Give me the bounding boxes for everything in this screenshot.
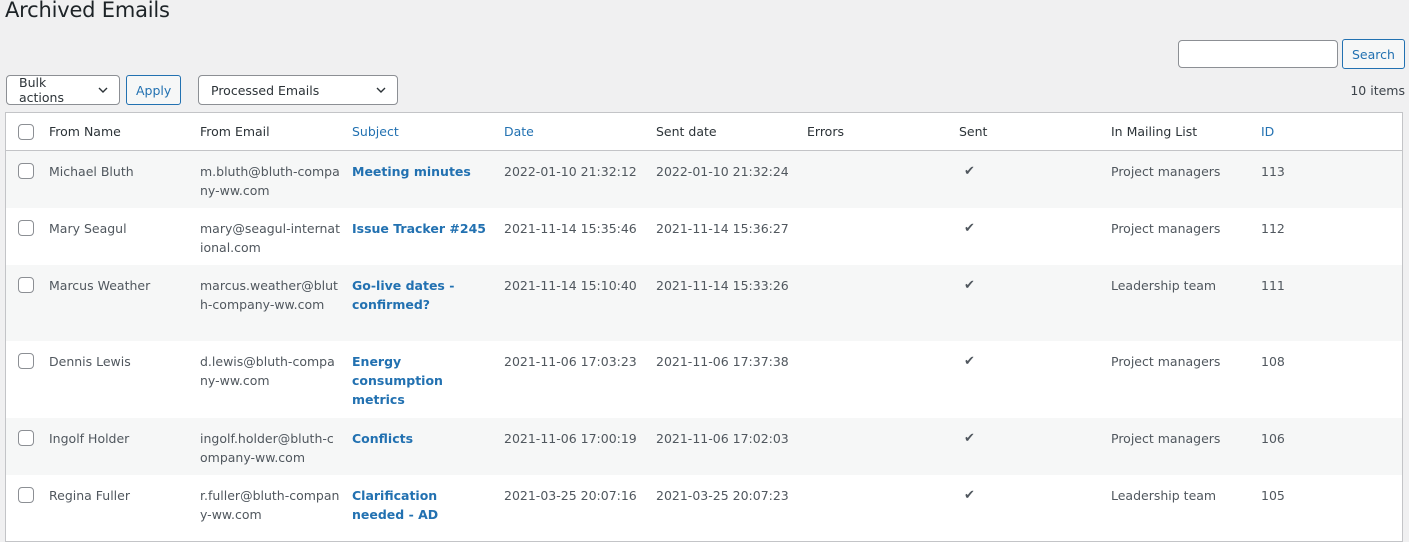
- sent-date: 2022-01-10 21:32:24: [656, 164, 789, 179]
- mailing-list: Project managers: [1111, 221, 1221, 236]
- mailing-list: Project managers: [1111, 164, 1221, 179]
- date: 2022-01-10 21:32:12: [504, 164, 637, 179]
- items-count: 10 items: [1350, 83, 1405, 98]
- email-id: 112: [1261, 221, 1285, 236]
- checkmark-icon: ✔: [964, 278, 975, 293]
- column-header-from-name: From Name: [49, 124, 121, 139]
- from-name: Mary Seagul: [49, 221, 127, 236]
- mailing-list: Leadership team: [1111, 278, 1217, 293]
- sent-date: 2021-11-14 15:36:27: [656, 221, 789, 236]
- column-header-subject[interactable]: Subject: [352, 124, 492, 139]
- table-body: Michael Bluth m.bluth@bluth-company-ww.co…: [6, 151, 1402, 535]
- date: 2021-11-14 15:10:40: [504, 278, 637, 293]
- bulk-actions-label: Bulk actions: [19, 75, 64, 105]
- row-checkbox[interactable]: [18, 430, 34, 446]
- checkmark-icon: ✔: [964, 354, 975, 369]
- email-id: 106: [1261, 431, 1285, 446]
- sent-date: 2021-11-06 17:37:38: [656, 354, 789, 369]
- row-checkbox[interactable]: [18, 353, 34, 369]
- search-button[interactable]: Search: [1342, 39, 1405, 69]
- subject-link[interactable]: Clarification needed - AD: [352, 486, 492, 524]
- table-header: From Name From Email Subject Date Sent d…: [6, 113, 1402, 151]
- chevron-down-icon: [98, 87, 108, 93]
- table-row: Marcus Weather marcus.weather@bluth-compa…: [6, 265, 1402, 341]
- emails-table: From Name From Email Subject Date Sent d…: [5, 112, 1403, 542]
- email-id: 105: [1261, 488, 1285, 503]
- subject-link[interactable]: Conflicts: [352, 429, 492, 448]
- from-name: Regina Fuller: [49, 488, 130, 503]
- apply-button[interactable]: Apply: [126, 75, 182, 105]
- table-row: Mary Seagul mary@seagul-international.com…: [6, 208, 1402, 265]
- mailing-list: Project managers: [1111, 354, 1221, 369]
- email-filter-select[interactable]: Processed Emails: [198, 75, 398, 105]
- column-header-id[interactable]: ID: [1261, 124, 1321, 139]
- search-input[interactable]: [1178, 40, 1338, 68]
- from-email: r.fuller@bluth-company-ww.com: [200, 488, 340, 522]
- date: 2021-11-06 17:03:23: [504, 354, 637, 369]
- from-name: Marcus Weather: [49, 278, 151, 293]
- select-all-checkbox[interactable]: [18, 124, 34, 140]
- from-name: Ingolf Holder: [49, 431, 130, 446]
- column-header-sent: Sent: [959, 124, 988, 139]
- bulk-actions-select[interactable]: Bulk actions: [6, 75, 120, 105]
- row-checkbox[interactable]: [18, 163, 34, 179]
- date: 2021-11-06 17:00:19: [504, 431, 637, 446]
- table-row: Dennis Lewis d.lewis@bluth-company-ww.com…: [6, 341, 1402, 418]
- checkmark-icon: ✔: [964, 164, 975, 179]
- column-header-from-email: From Email: [200, 124, 270, 139]
- checkmark-icon: ✔: [964, 431, 975, 446]
- checkmark-icon: ✔: [964, 221, 975, 236]
- table-row: Michael Bluth m.bluth@bluth-company-ww.co…: [6, 151, 1402, 208]
- table-row: Ingolf Holder ingolf.holder@bluth-company…: [6, 418, 1402, 475]
- from-email: mary@seagul-international.com: [200, 221, 340, 255]
- mailing-list: Leadership team: [1111, 488, 1217, 503]
- row-checkbox[interactable]: [18, 220, 34, 236]
- from-name: Dennis Lewis: [49, 354, 131, 369]
- page-title: Archived Emails: [5, 0, 170, 22]
- date: 2021-11-14 15:35:46: [504, 221, 637, 236]
- from-email: m.bluth@bluth-company-ww.com: [200, 164, 340, 198]
- search-box: Search: [1178, 39, 1405, 69]
- subject-link[interactable]: Meeting minutes: [352, 162, 492, 181]
- column-header-sent-date: Sent date: [656, 124, 717, 139]
- sent-date: 2021-11-14 15:33:26: [656, 278, 789, 293]
- row-checkbox[interactable]: [18, 277, 34, 293]
- sent-date: 2021-11-06 17:02:03: [656, 431, 789, 446]
- chevron-down-icon: [376, 87, 386, 93]
- email-id: 113: [1261, 164, 1285, 179]
- from-name: Michael Bluth: [49, 164, 134, 179]
- subject-link[interactable]: Energy consumption metrics: [352, 352, 492, 409]
- date: 2021-03-25 20:07:16: [504, 488, 637, 503]
- column-header-date[interactable]: Date: [504, 124, 644, 139]
- subject-link[interactable]: Go-live dates - confirmed?: [352, 276, 492, 314]
- row-checkbox[interactable]: [18, 487, 34, 503]
- from-email: d.lewis@bluth-company-ww.com: [200, 354, 335, 388]
- checkmark-icon: ✔: [964, 488, 975, 503]
- column-header-errors: Errors: [807, 124, 844, 139]
- column-header-mailing-list: In Mailing List: [1111, 124, 1198, 139]
- email-id: 111: [1261, 278, 1285, 293]
- subject-link[interactable]: Issue Tracker #245: [352, 219, 492, 238]
- mailing-list: Project managers: [1111, 431, 1221, 446]
- from-email: marcus.weather@bluth-company-ww.com: [200, 278, 338, 312]
- email-filter-label: Processed Emails: [211, 82, 320, 98]
- email-id: 108: [1261, 354, 1285, 369]
- sent-date: 2021-03-25 20:07:23: [656, 488, 789, 503]
- from-email: ingolf.holder@bluth-company-ww.com: [200, 431, 334, 465]
- table-row: Regina Fuller r.fuller@bluth-company-ww.c…: [6, 475, 1402, 535]
